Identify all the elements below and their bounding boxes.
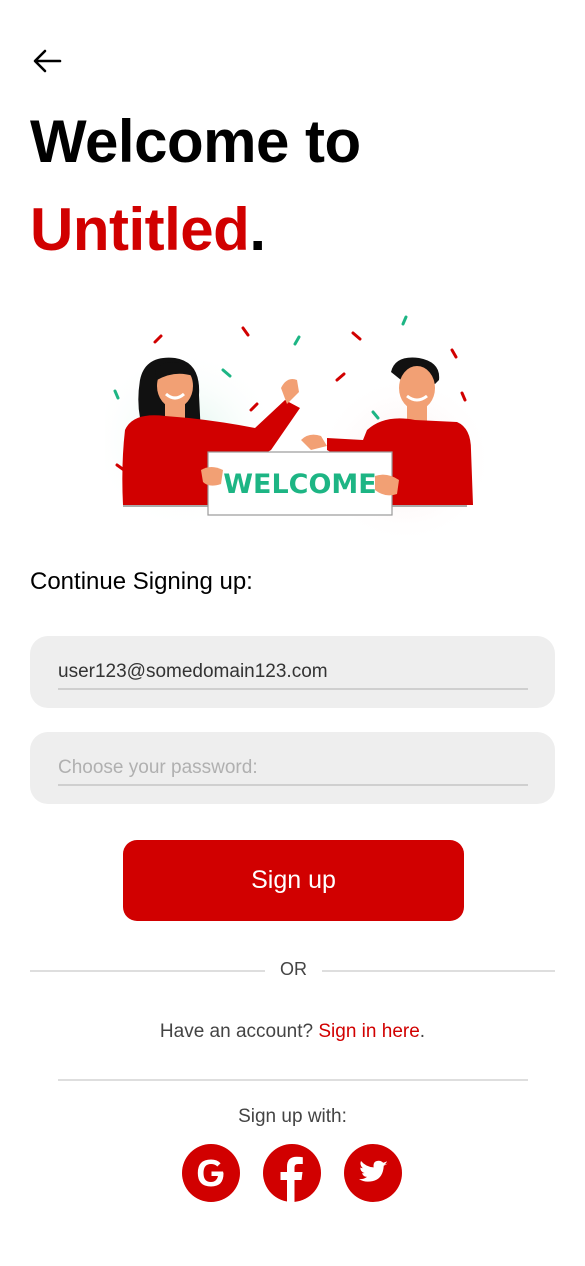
- welcome-illustration: WELCOME: [90, 300, 495, 545]
- email-field[interactable]: [58, 656, 528, 690]
- divider-left: [30, 970, 265, 972]
- sign-in-suffix: .: [419, 1021, 426, 1042]
- sign-up-button[interactable]: Sign up: [123, 840, 464, 921]
- arrow-left-icon: [33, 49, 62, 73]
- sign-in-link[interactable]: Sign in here: [318, 1021, 419, 1042]
- google-signup-button[interactable]: [182, 1144, 240, 1202]
- welcome-people-icon: WELCOME: [90, 315, 495, 545]
- email-field-container: [30, 636, 555, 708]
- brand-name: Untitled: [30, 196, 250, 263]
- or-divider-text: OR: [280, 959, 307, 979]
- sign-in-prompt-text: Have an account?: [159, 1021, 319, 1042]
- facebook-signup-button[interactable]: [263, 1144, 321, 1202]
- twitter-icon: [359, 1160, 388, 1182]
- page-title-line2: Untitled.: [30, 200, 266, 260]
- facebook-icon: [280, 1156, 303, 1202]
- twitter-signup-button[interactable]: [344, 1144, 402, 1202]
- form-subtitle: Continue Signing up:: [30, 568, 253, 595]
- social-signup-label: Sign up with:: [238, 1106, 347, 1127]
- sign-in-prompt: Have an account? Sign in here.: [0, 1021, 585, 1043]
- password-field-container: [30, 732, 555, 804]
- divider-right: [322, 970, 555, 972]
- page-title-line1: Welcome to: [30, 108, 361, 175]
- separator: [58, 1079, 528, 1081]
- title-period: .: [249, 196, 266, 263]
- google-icon: [197, 1159, 224, 1187]
- back-button[interactable]: [30, 44, 64, 78]
- password-field[interactable]: [58, 752, 528, 786]
- welcome-sign-text: WELCOME: [223, 469, 377, 500]
